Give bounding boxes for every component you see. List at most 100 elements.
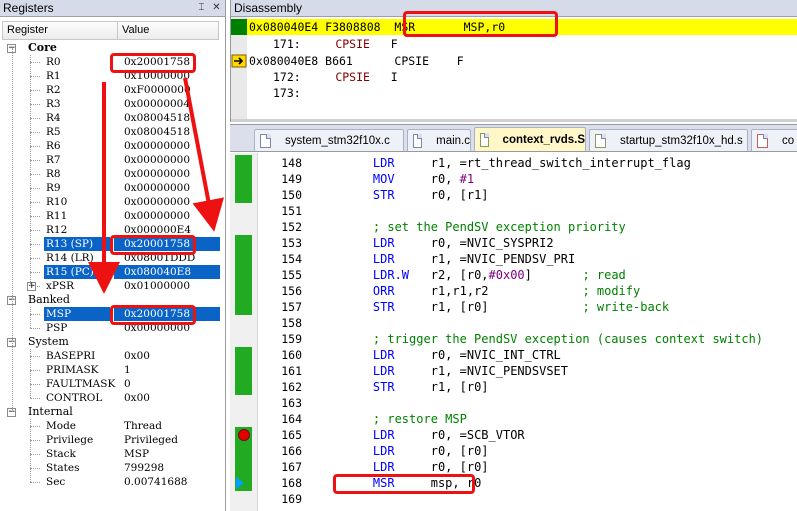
- tab-system-stm32f10x-c[interactable]: system_stm32f10x.c: [254, 129, 404, 151]
- register-value[interactable]: 0x080040E8: [114, 265, 220, 279]
- expand-icon[interactable]: +: [27, 282, 36, 291]
- code-line[interactable]: 159 ; trigger the PendSV exception (caus…: [230, 331, 797, 347]
- executed-line-marker: [235, 299, 252, 315]
- code-line[interactable]: 153 LDR r0, =NVIC_SYSPRI2: [230, 235, 797, 251]
- code-line[interactable]: 164 ; restore MSP: [230, 411, 797, 427]
- code-line[interactable]: 152 ; set the PendSV exception priority: [230, 219, 797, 235]
- column-value[interactable]: Value: [118, 22, 149, 39]
- close-icon[interactable]: ✕: [210, 2, 223, 15]
- register-value[interactable]: 0xF0000000: [124, 83, 191, 97]
- register-row-r11[interactable]: R11 0x00000000: [0, 209, 225, 223]
- code-line[interactable]: 154 LDR r1, =NVIC_PENDSV_PRI: [230, 251, 797, 267]
- tree-connector: [30, 216, 40, 217]
- tree-line: [30, 55, 31, 286]
- register-value[interactable]: MSP: [124, 447, 149, 461]
- register-value[interactable]: 1: [124, 363, 131, 377]
- code-line[interactable]: 160 LDR r0, =NVIC_INT_CTRL: [230, 347, 797, 363]
- register-value[interactable]: 0x00000000: [124, 153, 190, 167]
- register-value[interactable]: 0x00000000: [124, 209, 190, 223]
- register-row-r5[interactable]: R5 0x08004518: [0, 125, 225, 139]
- register-row-mode[interactable]: Mode Thread: [0, 419, 225, 433]
- register-row-primask[interactable]: PRIMASK 1: [0, 363, 225, 377]
- register-value[interactable]: 0x01000000: [124, 279, 190, 293]
- register-row-sec[interactable]: Sec 0.00741688: [0, 475, 225, 489]
- code-line[interactable]: 165 LDR r0, =SCB_VTOR: [230, 427, 797, 443]
- register-value[interactable]: 0.00741688: [124, 475, 187, 489]
- code-line[interactable]: 155 LDR.W r2, [r0,#0x00] ; read: [230, 267, 797, 283]
- register-row-r7[interactable]: R7 0x00000000: [0, 153, 225, 167]
- register-name: R8: [46, 168, 61, 180]
- register-row-r10[interactable]: R10 0x00000000: [0, 195, 225, 209]
- code-line[interactable]: 163: [230, 395, 797, 411]
- code-line[interactable]: 150 STR r0, [r1]: [230, 187, 797, 203]
- register-row-control[interactable]: CONTROL 0x00: [0, 391, 225, 405]
- column-register[interactable]: Register: [3, 22, 118, 39]
- line-number: 159: [281, 332, 302, 346]
- pin-icon[interactable]: ⌶: [195, 2, 208, 15]
- line-marker: [231, 85, 247, 101]
- tab-main-c[interactable]: main.c: [407, 129, 471, 151]
- register-row-r2[interactable]: R2 0xF0000000: [0, 83, 225, 97]
- register-value[interactable]: 0: [124, 377, 131, 391]
- register-row-states[interactable]: States 799298: [0, 461, 225, 475]
- line-number: 156: [281, 284, 302, 298]
- code-line[interactable]: 157 STR r1, [r0] ; write-back: [230, 299, 797, 315]
- register-value[interactable]: 0x00000000: [124, 195, 190, 209]
- register-value[interactable]: 0x00000000: [124, 167, 190, 181]
- register-value[interactable]: 0x00000004: [124, 97, 190, 111]
- tab-context-rvds-s[interactable]: context_rvds.S: [474, 127, 586, 151]
- register-row-xpsr[interactable]: xPSR 0x01000000 +: [0, 279, 225, 293]
- disassembly-line[interactable]: 173:: [231, 85, 797, 101]
- disassembly-scrollbar[interactable]: [231, 119, 797, 122]
- register-value[interactable]: 0x00000000: [124, 181, 190, 195]
- line-number: 161: [281, 364, 302, 378]
- register-value[interactable]: Thread: [124, 419, 162, 433]
- register-row-r3[interactable]: R3 0x00000004: [0, 97, 225, 111]
- disassembly-line[interactable]: 172: CPSIE I: [231, 69, 797, 85]
- tab-co[interactable]: co: [751, 129, 797, 151]
- code-line[interactable]: 162 STR r1, [r0]: [230, 379, 797, 395]
- tab-label: main.c: [436, 134, 470, 147]
- tab-label: co: [782, 134, 795, 147]
- register-row-privilege[interactable]: Privilege Privileged: [0, 433, 225, 447]
- code-line[interactable]: 167 LDR r0, [r0]: [230, 459, 797, 475]
- code-line[interactable]: 166 LDR r0, [r0]: [230, 443, 797, 459]
- disassembly-line[interactable]: 0x080040E8 B661 CPSIE F: [231, 53, 797, 69]
- code-line[interactable]: 169: [230, 491, 797, 507]
- register-row-basepri[interactable]: BASEPRI 0x00: [0, 349, 225, 363]
- register-row-r4[interactable]: R4 0x08004518: [0, 111, 225, 125]
- register-row-r15-pc[interactable]: R15 (PC) 0x080040E8: [0, 265, 225, 279]
- code-editor[interactable]: 148 LDR r1, =rt_thread_switch_interrupt_…: [230, 153, 797, 511]
- executed-line-marker: [235, 187, 252, 203]
- line-number: 163: [281, 396, 302, 410]
- tree-connector: [30, 76, 40, 77]
- register-row-r6[interactable]: R6 0x00000000: [0, 139, 225, 153]
- code-line[interactable]: 161 LDR r1, =NVIC_PENDSVSET: [230, 363, 797, 379]
- mnemonic: LDR: [372, 364, 395, 378]
- code-line[interactable]: 156 ORR r1,r1,r2 ; modify: [230, 283, 797, 299]
- register-row-r8[interactable]: R8 0x00000000: [0, 167, 225, 181]
- code-line[interactable]: 158: [230, 315, 797, 331]
- register-value[interactable]: 0x00: [124, 349, 150, 363]
- code-text: LDR r1, =NVIC_PENDSVSET: [372, 364, 568, 378]
- register-row-r9[interactable]: R9 0x00000000: [0, 181, 225, 195]
- register-value[interactable]: Privileged: [124, 433, 178, 447]
- register-value[interactable]: 0x08004518: [124, 111, 190, 125]
- register-row-faultmask[interactable]: FAULTMASK 0: [0, 377, 225, 391]
- disassembly-line[interactable]: 171: CPSIE F: [231, 36, 797, 52]
- executed-line-marker: [235, 251, 252, 267]
- register-value[interactable]: 799298: [124, 461, 164, 475]
- register-value[interactable]: 0x00: [124, 391, 150, 405]
- code-line[interactable]: 151: [230, 203, 797, 219]
- breakpoint-icon[interactable]: [238, 429, 250, 441]
- code-line[interactable]: 168 MSR msp, r0: [230, 475, 797, 491]
- code-text: ; restore MSP: [344, 412, 467, 426]
- annotation-box-msr-disasm: [403, 11, 558, 37]
- tab-startup-stm32f10x-hd-s[interactable]: startup_stm32f10x_hd.s: [589, 129, 748, 151]
- register-value[interactable]: 0x08004518: [124, 125, 190, 139]
- register-row-stack[interactable]: Stack MSP: [0, 447, 225, 461]
- mnemonic: CPSIE: [335, 37, 370, 51]
- code-line[interactable]: 149 MOV r0, #1: [230, 171, 797, 187]
- register-value[interactable]: 0x00000000: [124, 139, 190, 153]
- code-line[interactable]: 148 LDR r1, =rt_thread_switch_interrupt_…: [230, 155, 797, 171]
